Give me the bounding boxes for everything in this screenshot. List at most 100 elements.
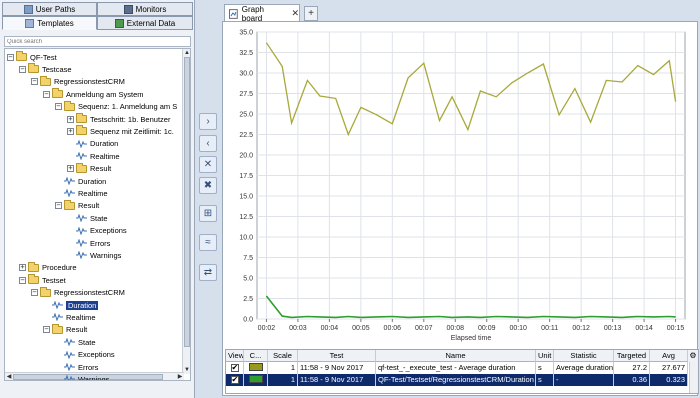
column-settings-icon[interactable]: ⚙ — [687, 350, 698, 362]
avg-cell: 0.323 — [650, 374, 688, 386]
tree-node[interactable]: − Result — [55, 199, 99, 212]
grid-button[interactable]: ⊞ — [199, 205, 217, 222]
tree-node[interactable]: Realtime — [67, 150, 120, 162]
tree-node[interactable]: − Result — [43, 323, 87, 336]
tree-node-label: Sequenz: 1. Anmeldung am S — [78, 102, 178, 112]
graph-area: Graph board ✕ + 0.0 2.5 5.0 7.5 10.0 12.5 15.0… — [220, 0, 700, 398]
x-tick-label: 00:03 — [289, 325, 307, 332]
tree-node[interactable]: Exceptions — [55, 349, 115, 361]
y-tick-label: 32.5 — [239, 50, 253, 57]
tab-graph-board[interactable]: Graph board ✕ — [224, 4, 300, 23]
scroll-right-icon[interactable]: ▶ — [176, 373, 184, 380]
monitors-icon — [123, 4, 133, 14]
tree-node[interactable]: Realtime — [55, 187, 108, 199]
tree-node[interactable]: Errors — [67, 237, 110, 249]
graph-board: 0.0 2.5 5.0 7.5 10.0 12.5 15.0 17.5 20.0 22.5 25.0… — [222, 21, 699, 396]
expand-icon[interactable]: + — [67, 165, 74, 173]
collapse-icon[interactable]: − — [43, 326, 50, 334]
tree-node-label: Realtime — [78, 188, 108, 198]
refresh-icon: ⇄ — [203, 267, 213, 278]
collapse-icon[interactable]: − — [31, 289, 38, 297]
tree-node[interactable]: State — [55, 336, 96, 348]
collapse-icon[interactable]: − — [31, 78, 38, 86]
tree-node[interactable]: Exceptions — [67, 225, 127, 237]
tree-node-label: Errors — [78, 362, 99, 372]
tree-node[interactable]: − QF-Test — [7, 51, 57, 63]
color-cell — [244, 362, 268, 374]
collapse-icon[interactable]: − — [19, 65, 26, 73]
column-header[interactable]: Name — [376, 350, 536, 362]
tree-node-label: Warnings — [78, 374, 110, 381]
waveform-icon — [52, 313, 63, 322]
tree-node[interactable]: State — [67, 212, 108, 224]
tree-node[interactable]: Warnings — [67, 249, 121, 261]
tree-vertical-scrollbar[interactable]: ▲ ▼ — [182, 49, 190, 374]
tree-node[interactable]: − Sequenz: 1. Anmeldung am S — [55, 100, 178, 113]
collapse-icon[interactable]: − — [19, 276, 26, 284]
column-header[interactable]: View — [226, 350, 244, 362]
table-row[interactable]: ✔ 1 11:58 - 9 Nov 2017 QF-Test/Testset/Regr… — [226, 374, 688, 386]
color-swatch[interactable] — [248, 375, 263, 383]
tree-node[interactable]: − Anmeldung am System — [43, 88, 144, 100]
tree-node[interactable]: + Sequenz mit Zeitlimit: 1c. — [67, 125, 174, 137]
collapse-icon[interactable]: − — [7, 53, 14, 61]
column-header[interactable]: C... — [244, 350, 268, 362]
column-header[interactable]: Test — [298, 350, 376, 362]
tree-node[interactable]: + Result — [67, 162, 111, 175]
folder-icon — [64, 199, 75, 210]
scroll-down-icon[interactable]: ▼ — [183, 366, 190, 374]
close-tab-icon[interactable]: ✕ — [291, 8, 299, 19]
expand-icon[interactable]: + — [19, 264, 26, 272]
scroll-up-icon[interactable]: ▲ — [183, 49, 190, 57]
table-vertical-scrollbar[interactable] — [689, 362, 698, 393]
tab-monitors[interactable]: Monitors — [97, 2, 193, 16]
refresh-button[interactable]: ⇄ — [199, 264, 217, 281]
tree-node[interactable]: + Testschritt: 1b. Benutzer — [67, 113, 170, 125]
tree-node[interactable]: − Testcase — [19, 63, 72, 75]
column-header[interactable]: Unit — [536, 350, 554, 362]
tree-node[interactable]: Errors — [55, 361, 98, 373]
expand-icon[interactable]: + — [67, 127, 74, 135]
tree-vertical-scroll-thumb[interactable] — [184, 57, 190, 347]
view-checkbox[interactable]: ✔ — [230, 376, 239, 384]
tree-node[interactable]: Duration — [43, 299, 99, 311]
collapse-icon[interactable]: − — [55, 202, 62, 210]
tab-templates[interactable]: Templates — [2, 16, 97, 30]
add-button[interactable]: › — [199, 113, 217, 130]
delete-button[interactable]: ✕ — [199, 156, 217, 173]
expand-icon[interactable]: + — [67, 115, 74, 123]
tree-node[interactable]: Warnings — [55, 373, 110, 381]
view-checkbox[interactable]: ✔ — [230, 364, 239, 372]
collapse-icon[interactable]: − — [55, 103, 62, 111]
folder-icon — [40, 75, 51, 86]
column-header[interactable]: Targeted — [614, 350, 650, 362]
y-tick-label: 15.0 — [239, 194, 253, 201]
curve-button[interactable]: ≈ — [199, 234, 217, 251]
tree-node-label: Realtime — [90, 151, 120, 161]
tab-external-data[interactable]: External Data — [97, 16, 193, 30]
tree-node-label: Exceptions — [90, 226, 127, 236]
tree-node[interactable]: Realtime — [43, 311, 96, 323]
tab-user-paths[interactable]: User Paths — [2, 2, 97, 16]
color-swatch[interactable] — [248, 363, 263, 371]
y-tick-label: 12.5 — [239, 214, 253, 221]
view-checkbox-cell[interactable]: ✔ — [226, 374, 244, 386]
column-header[interactable]: Avg — [650, 350, 688, 362]
tree-node[interactable]: − Testset — [19, 274, 66, 286]
tree-node[interactable]: + Procedure — [19, 261, 77, 274]
tree-node[interactable]: − RegressionstestCRM — [31, 75, 125, 88]
scroll-left-icon[interactable]: ◀ — [5, 373, 13, 380]
quick-search-input[interactable] — [4, 36, 191, 47]
delete-all-button[interactable]: ✖ — [199, 177, 217, 194]
tree-node[interactable]: Duration — [55, 175, 106, 187]
view-checkbox-cell[interactable]: ✔ — [226, 362, 244, 374]
add-tab-button[interactable]: + — [304, 6, 318, 21]
tree-node[interactable]: − RegressionstestCRM — [31, 286, 125, 299]
column-header[interactable]: Scale — [268, 350, 298, 362]
table-row[interactable]: ✔ 1 11:58 - 9 Nov 2017 qf-test_-_execute_te… — [226, 362, 688, 374]
tree-node-label: Realtime — [66, 312, 96, 322]
tree-node[interactable]: Duration — [67, 138, 118, 150]
column-header[interactable]: Statistic — [554, 350, 614, 362]
collapse-icon[interactable]: − — [43, 90, 50, 98]
remove-button[interactable]: ‹ — [199, 135, 217, 152]
